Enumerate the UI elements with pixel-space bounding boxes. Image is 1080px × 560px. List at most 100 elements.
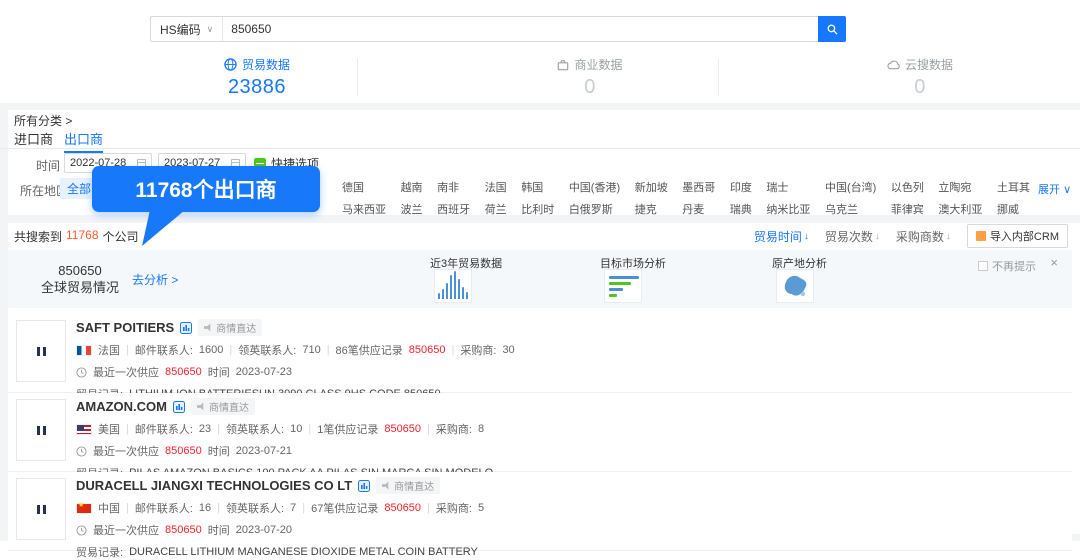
search-bar: HS编码 ∨ [150,16,846,42]
business-insight-tag[interactable]: 商情直达 [191,398,255,415]
stat-trade-data[interactable]: 贸易数据 23886 [172,56,342,99]
close-icon[interactable]: × [1050,255,1058,270]
clock-icon [76,446,87,457]
megaphone-icon [204,323,213,332]
stat-divider [357,58,358,96]
stat-business-data[interactable]: 商业数据 0 [505,56,675,99]
company-name[interactable]: AMAZON.COM [76,399,167,414]
country-column[interactable]: 瑞士纳米比亚 [766,179,810,217]
results-count: 11768 [66,228,98,245]
results-summary: 共搜索到 11768 个公司 [14,228,139,245]
country-column[interactable]: 印度瑞典 [730,179,752,217]
dismiss-label: 不再提示 [992,258,1036,274]
country-column[interactable]: 韩国比利时 [521,179,554,217]
sort-trade-time[interactable]: 贸易时间↓ [754,228,809,245]
company-meta: 法国| 邮件联系人:1600| 领英联系人:710| 86笔供应记录850650… [76,342,1062,358]
exporter-count-tooltip: 11768个出口商 [92,166,320,212]
last-supply-line: 最近一次供应 850650 时间 2023-07-20 [76,522,1062,538]
search-category-select[interactable]: HS编码 ∨ [151,17,223,41]
company-meta: 美国| 邮件联系人:23| 领英联系人:10| 1笔供应记录850650| 采购… [76,421,1062,437]
flag-usa-icon [76,424,92,435]
stat-label: 云搜数据 [905,56,953,73]
country-column[interactable]: 土耳其挪威 [997,179,1030,217]
company-photo[interactable] [16,478,66,540]
separator-band [0,103,1080,110]
country-column[interactable]: 德国马来西亚 [342,179,386,217]
country-column[interactable]: 新加坡捷克 [635,179,668,217]
company-photo[interactable] [16,320,66,382]
trend-chart-thumb[interactable] [434,269,472,303]
business-insight-tag[interactable]: 商情直达 [376,477,440,494]
country-column[interactable]: 中国(香港)白俄罗斯 [569,179,620,217]
business-data-icon [557,59,569,71]
sort-trade-count[interactable]: 贸易次数↓ [825,228,880,245]
stat-divider [718,58,719,96]
sort-down-icon: ↓ [875,231,880,242]
person-silhouette-icon [37,505,46,514]
trade-summary-card: 850650 全球贸易情况 去分析 > 近3年贸易数据 目标市场分析 原产地分析… [8,250,1072,308]
tooltip-pointer [130,210,190,248]
country-column[interactable]: 法国荷兰 [485,179,507,217]
stat-label: 贸易数据 [242,56,290,73]
search-category-label: HS编码 [160,21,201,38]
megaphone-icon [197,402,206,411]
tab-importer[interactable]: 进口商 [14,129,53,148]
country-column[interactable]: 越南波兰 [401,179,423,217]
company-card: DURACELL JIANGXI TECHNOLOGIES CO LT 商情直达… [8,472,1072,551]
country-filter-list: 德国马来西亚 越南波兰 南非西班牙 法国荷兰 韩国比利时 中国(香港)白俄罗斯 … [342,179,1030,217]
hs-code: 850650 [32,262,128,279]
tab-exporter[interactable]: 出口商 [64,129,103,153]
search-button[interactable] [818,16,846,42]
company-meta: 中国| 邮件联系人:16| 领英联系人:7| 67笔供应记录850650| 采购… [76,500,1062,516]
last-supply-line: 最近一次供应 850650 时间 2023-07-21 [76,443,1062,459]
stat-cloud-search[interactable]: 云搜数据 0 [835,56,1005,99]
exporter-count-text: 11768个出口商 [135,174,276,204]
country-column[interactable]: 南非西班牙 [437,179,470,217]
business-insight-tag[interactable]: 商情直达 [198,319,262,336]
stat-value: 0 [914,76,926,99]
country-column[interactable]: 中国(台湾)乌克兰 [825,179,876,217]
time-filter-label: 时间 [36,157,60,174]
chevron-down-icon: ∨ [207,24,214,35]
import-crm-icon [976,231,986,241]
company-card: SAFT POITIERS 商情直达 法国| 邮件联系人:1600| 领英联系人… [8,314,1072,393]
summary-code-title: 850650 全球贸易情况 [32,262,128,296]
expand-countries-button[interactable]: 展开 ∨ [1038,181,1071,197]
country-column[interactable]: 立陶宛澳大利亚 [938,179,982,217]
analyze-link[interactable]: 去分析 > [132,271,178,288]
page-margin-strip [0,110,8,534]
clock-icon [76,525,87,536]
company-report-icon[interactable] [358,480,370,492]
trade-record-line: 贸易记录: DURACELL LITHIUM MANGANESE DIOXIDE… [76,544,1062,560]
person-silhouette-icon [37,426,46,435]
country-column[interactable]: 以色列菲律宾 [891,179,924,217]
last-supply-line: 最近一次供应 850650 时间 2023-07-23 [76,364,1062,380]
stat-value: 0 [584,76,596,99]
flag-china-icon [76,503,92,514]
sort-down-icon: ↓ [804,231,809,242]
sort-buyer-count[interactable]: 采购商数↓ [896,228,951,245]
company-report-icon[interactable] [173,401,185,413]
company-name[interactable]: DURACELL JIANGXI TECHNOLOGIES CO LT [76,478,352,493]
search-icon [826,23,839,36]
market-chart-thumb[interactable] [604,269,642,303]
dismiss-option[interactable]: 不再提示 [978,258,1036,274]
expand-label: 展开 [1038,184,1060,196]
company-name[interactable]: SAFT POITIERS [76,320,174,335]
origin-map-thumb[interactable] [776,269,814,303]
dismiss-checkbox[interactable] [978,261,988,271]
tabs-underline [0,148,1080,149]
search-input[interactable] [223,17,818,41]
company-card: AMAZON.COM 商情直达 美国| 邮件联系人:23| 领英联系人:10| … [8,393,1072,472]
clock-icon [76,367,87,378]
import-crm-button[interactable]: 导入内部CRM [967,224,1068,248]
country-column[interactable]: 墨西哥丹麦 [682,179,715,217]
company-report-icon[interactable] [180,322,192,334]
company-photo[interactable] [16,399,66,461]
breadcrumb[interactable]: 所有分类 > [14,112,72,129]
sort-down-icon: ↓ [946,231,951,242]
stat-value: 23886 [228,76,286,99]
cloud-search-icon [887,59,900,71]
origin-map-icon [780,272,810,300]
megaphone-icon [382,481,391,490]
